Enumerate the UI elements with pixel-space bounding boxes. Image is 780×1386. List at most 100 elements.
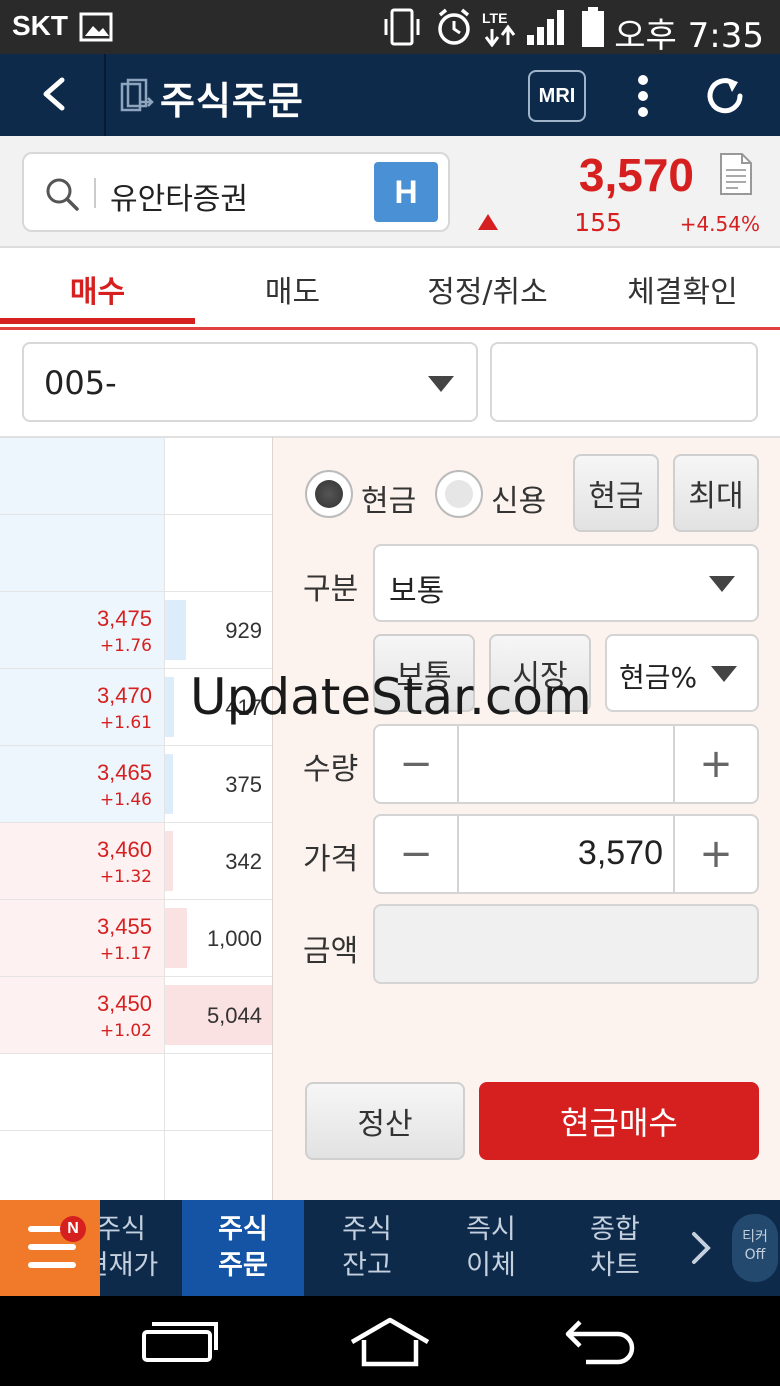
- order-book-row[interactable]: 3,450 +1.02 5,044: [0, 977, 273, 1054]
- price-value[interactable]: 3,570: [578, 834, 663, 873]
- menu-item-chart[interactable]: 종합 차트: [554, 1200, 676, 1296]
- order-book-qty-cell: 342: [164, 823, 272, 899]
- cash-buy-button[interactable]: 현금매수: [479, 1082, 759, 1160]
- order-book-qty: 1,000: [206, 926, 262, 951]
- price-label: 가격: [303, 842, 359, 877]
- order-book-row[interactable]: 3,465 +1.46 375: [0, 746, 272, 823]
- radio-unselected-dot: [445, 480, 473, 508]
- tab-modify-cancel[interactable]: 정정/취소: [390, 250, 585, 328]
- order-book-price: 3,465: [96, 760, 152, 785]
- account-password-input[interactable]: [490, 342, 758, 422]
- chevron-right-icon[interactable]: [686, 1228, 714, 1268]
- order-type-select[interactable]: 보통: [373, 544, 759, 622]
- order-book-price-cell: 3,455 +1.17: [0, 900, 164, 976]
- cash-percent-select[interactable]: 현금%: [605, 634, 759, 712]
- tab-sell[interactable]: 매도: [195, 250, 390, 328]
- search-icon: [44, 176, 80, 212]
- tab-execution-check[interactable]: 체결확인: [585, 250, 780, 328]
- back-arrow-icon[interactable]: [30, 68, 78, 120]
- home-icon[interactable]: [346, 1314, 434, 1370]
- ticker-toggle[interactable]: 티커 Off: [732, 1214, 778, 1282]
- order-book-price-cell: [0, 438, 164, 514]
- order-book-price-cell: 3,460 +1.32: [0, 823, 164, 899]
- menu-item-line2: 잔고: [342, 1250, 392, 1281]
- stock-badge-h[interactable]: H: [374, 162, 438, 222]
- chevron-down-icon: [709, 576, 735, 592]
- memo-icon[interactable]: [718, 152, 754, 196]
- order-book-row[interactable]: 3,455 +1.17 1,000: [0, 900, 272, 977]
- price-minus-button[interactable]: −: [375, 816, 459, 892]
- app-header: 주식주문 MRI: [0, 54, 780, 136]
- quantity-plus-button[interactable]: +: [673, 726, 757, 802]
- cash-button[interactable]: 현금: [573, 454, 659, 532]
- bottom-menu: 주식 현재가 N 주식 주문 주식 잔고 즉시 이체 종합 차트 티커 Off: [0, 1200, 780, 1296]
- signal-icon: [524, 8, 570, 46]
- cash-percent-value: 현금%: [619, 661, 698, 694]
- order-book-qty-cell: [164, 515, 272, 591]
- order-book-price: 3,460: [96, 837, 152, 862]
- order-book-row[interactable]: 3,460 +1.32 342: [0, 823, 272, 900]
- carrier-label: SKT: [12, 10, 68, 41]
- price-plus-button[interactable]: +: [673, 816, 757, 892]
- order-book-price-cell: 3,475 +1.76: [0, 592, 164, 668]
- gallery-icon: [78, 8, 114, 46]
- refresh-icon[interactable]: [700, 70, 750, 120]
- menu-item-line1: 주식: [218, 1214, 268, 1245]
- order-book-price-cell: [0, 515, 164, 591]
- menu-item-stock-balance[interactable]: 주식 잔고: [306, 1200, 428, 1296]
- menu-item-instant-transfer[interactable]: 즉시 이체: [430, 1200, 552, 1296]
- order-book-price-cell: 3,450 +1.02: [0, 977, 164, 1053]
- order-book-percent: +1.61: [99, 713, 152, 733]
- vibrate-icon: [382, 8, 422, 46]
- recent-apps-icon[interactable]: [140, 1316, 220, 1366]
- price-change: 155: [574, 208, 622, 237]
- volume-bar: [165, 908, 187, 968]
- order-book-qty-cell: 375: [164, 746, 272, 822]
- quantity-stepper: − +: [373, 724, 759, 804]
- ticker-label: 티커: [742, 1229, 768, 1245]
- battery-icon: [578, 7, 608, 47]
- tab-buy[interactable]: 매수: [0, 250, 195, 328]
- quantity-minus-button[interactable]: −: [375, 726, 459, 802]
- current-price: 3,570: [578, 149, 694, 201]
- order-book-price-cell: 3,465 +1.46: [0, 746, 164, 822]
- menu-item-line1: 종합: [590, 1214, 640, 1245]
- svg-text:LTE: LTE: [482, 10, 507, 26]
- order-form: 현금 신용 현금 최대 구분 보통 보통 시장 현금% 수량 − + 가격 − …: [272, 436, 780, 1202]
- hamburger-menu-button[interactable]: N: [0, 1200, 100, 1296]
- mri-button[interactable]: MRI: [528, 70, 586, 122]
- order-book-price: 3,470: [96, 683, 152, 708]
- volume-bar: [165, 677, 174, 737]
- order-book-row[interactable]: 3,475 +1.76 929: [0, 592, 272, 669]
- hamburger-icon: [28, 1262, 76, 1268]
- chevron-down-icon: [711, 666, 737, 682]
- order-book-percent: +1.46: [99, 790, 152, 810]
- quantity-label: 수량: [303, 752, 359, 787]
- order-book-price: 3,475: [96, 606, 152, 631]
- menu-item-stock-order[interactable]: 주식 주문: [182, 1200, 304, 1296]
- price-stepper: − 3,570 +: [373, 814, 759, 894]
- type-label: 구분: [303, 572, 359, 607]
- order-book-qty: 5,044: [206, 1003, 262, 1028]
- menu-item-line2: 주문: [218, 1250, 268, 1281]
- stock-search-box[interactable]: 유안타증권 H: [22, 152, 450, 232]
- header-divider: [104, 54, 106, 136]
- radio-credit[interactable]: [435, 470, 483, 518]
- back-nav-icon[interactable]: [562, 1316, 642, 1366]
- radio-cash[interactable]: [305, 470, 353, 518]
- up-arrow-icon: [478, 214, 498, 230]
- settle-button[interactable]: 정산: [305, 1082, 465, 1160]
- search-separator: [94, 178, 96, 208]
- order-book-qty-cell: [164, 438, 272, 514]
- volume-bar: [165, 831, 173, 891]
- order-book-qty-cell: [164, 1054, 272, 1130]
- volume-bar: [165, 754, 173, 814]
- order-book-price: 3,455: [96, 914, 152, 939]
- amount-label: 금액: [303, 934, 359, 969]
- max-button[interactable]: 최대: [673, 454, 759, 532]
- more-vert-icon[interactable]: [630, 72, 656, 120]
- clock-label: 오후 7:35: [614, 16, 764, 56]
- account-select[interactable]: 005-: [22, 342, 478, 422]
- radio-selected-dot: [315, 480, 343, 508]
- ticker-state: Off: [744, 1247, 766, 1263]
